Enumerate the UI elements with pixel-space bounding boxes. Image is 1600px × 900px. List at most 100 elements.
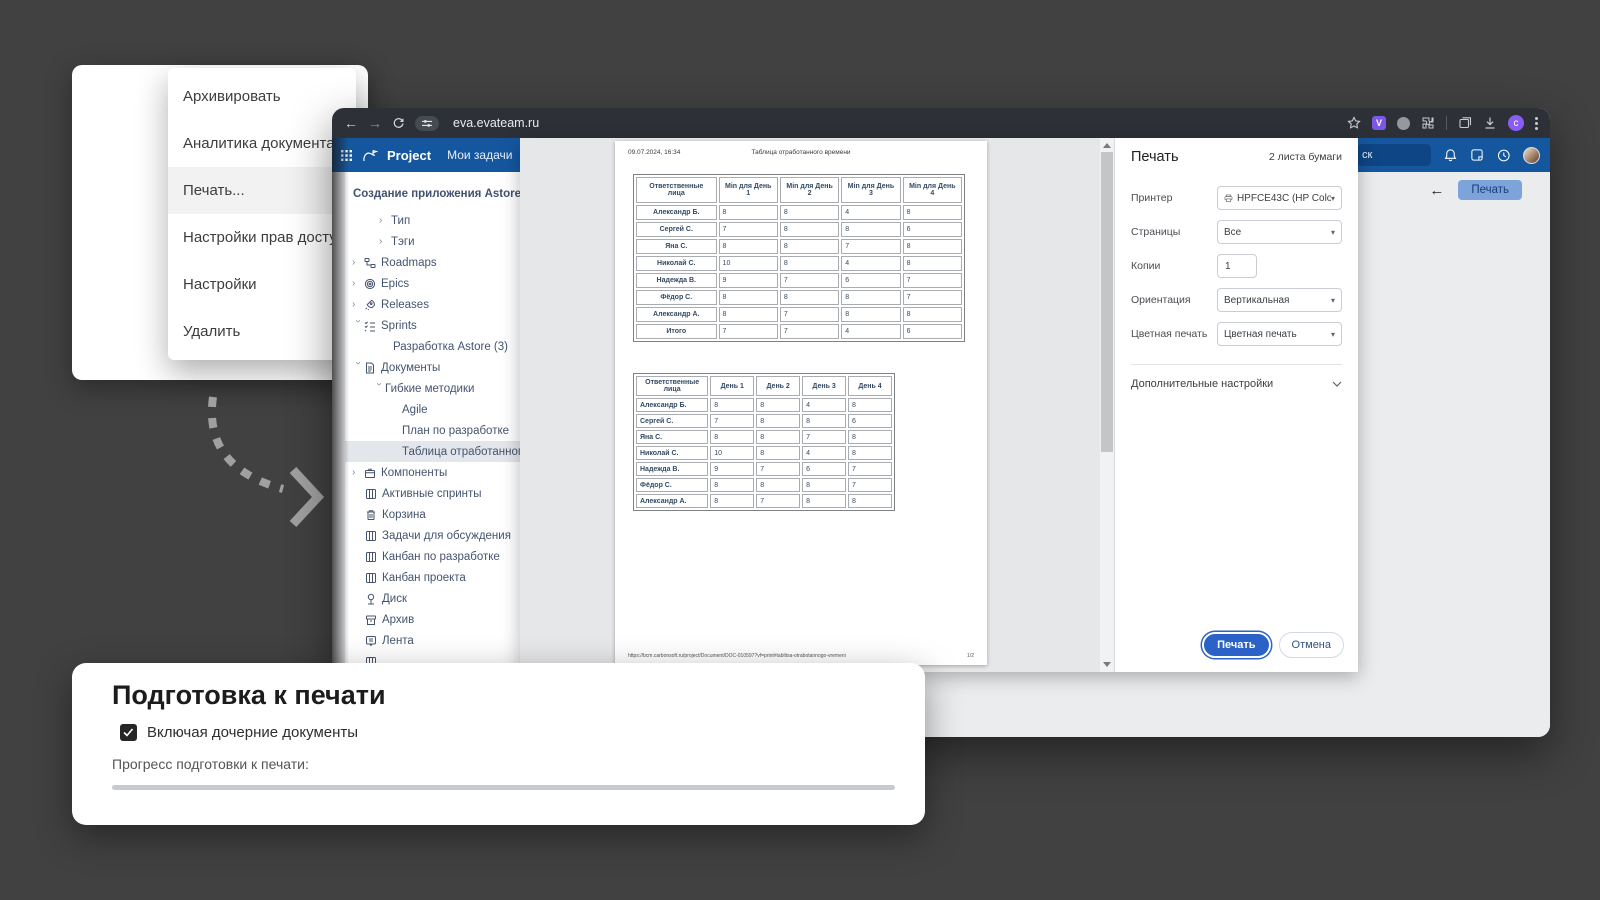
scroll-up-icon[interactable] [1103,143,1111,148]
printer-select[interactable]: HPFCE43C (HP Color La: ▾ [1217,186,1342,210]
sidebar-item-discussion-tasks[interactable]: Задачи для обсуждения [345,525,520,546]
history-clock-icon[interactable] [1496,148,1511,163]
copies-input[interactable] [1217,254,1257,278]
browser-profile-avatar[interactable]: c [1508,115,1524,131]
sheets-count: 2 листа бумаги [1269,151,1342,163]
sidebar-item-agile-methods[interactable]: ›Гибкие методики [345,378,520,399]
chevron-down-icon: ▾ [1331,228,1335,237]
table-row: Александр Б.8848 [636,398,892,412]
notes-icon[interactable] [1470,148,1484,162]
chevron-down-icon: ▾ [1331,194,1335,203]
table-row: Сергей С.7886 [636,222,962,237]
menu-item-settings[interactable]: Настройки [168,261,356,308]
bookmark-star-icon[interactable] [1347,116,1361,130]
user-avatar[interactable] [1523,147,1540,164]
sidebar-item-worked-time-table[interactable]: Таблица отработанного времен [345,441,520,462]
print-preparation-modal: Подготовка к печати Включая дочерние док… [72,663,925,825]
nav-my-tasks[interactable]: Мои задачи [447,148,512,162]
extension-globe-icon[interactable] [1397,117,1410,130]
browser-back-button[interactable]: ← [344,116,358,130]
disk-icon [365,593,382,605]
sidebar-item-dev-kanban[interactable]: Канбан по разработке [345,546,520,567]
sidebar-item-type[interactable]: ›Тип [345,210,520,231]
sidebar-item-components[interactable]: ›Компоненты [345,462,520,483]
page-back-arrow[interactable]: ← [1429,182,1444,199]
sidebar-item-roadmaps[interactable]: ›Roadmaps [345,252,520,273]
chevron-down-icon: ▾ [1331,330,1335,339]
pages-select[interactable]: Все ▾ [1217,220,1342,244]
downloads-icon[interactable] [1483,116,1497,130]
page-print-button[interactable]: Печать [1458,180,1522,200]
checkbox-label[interactable]: Включая дочерние документы [147,724,358,741]
sidebar-item-releases[interactable]: ›Releases [345,294,520,315]
table-row: Сергей С.7886 [636,414,892,428]
url-bar[interactable]: eva.evateam.ru [453,116,539,130]
worked-time-table-2: Ответственные лица День 1 День 2 День 3 … [633,373,895,511]
orientation-select[interactable]: Вертикальная ▾ [1217,288,1342,312]
progress-bar [112,785,895,790]
preview-scrollbar[interactable] [1100,138,1114,672]
chevron-right-icon: › [352,299,364,310]
sidebar-item-archive[interactable]: Архив [345,609,520,630]
preview-footer-url: https://bcm.carbonsoft.ru/project/Docume… [628,653,846,659]
sidebar-item-agile[interactable]: Agile [345,399,520,420]
sidebar-item-project-kanban[interactable]: Канбан проекта [345,567,520,588]
box-icon [364,467,381,479]
menu-item-document-analytics[interactable]: Аналитика документа [168,120,356,167]
sidebar-item-sprint-astore[interactable]: Разработка Astore (3) [345,336,520,357]
tab-list-icon[interactable] [1458,116,1472,130]
sidebar-item-active-sprints[interactable]: Активные спринты [345,483,520,504]
preview-page-indicator: 1/2 [967,653,974,659]
page-content: Project Мои задачи Проекты ск [332,138,1550,737]
search-input[interactable]: ск [1357,144,1431,166]
project-title[interactable]: Создание приложения Astore [353,188,520,200]
sidebar-item-disk[interactable]: Диск [345,588,520,609]
browser-forward-button[interactable]: → [368,116,382,130]
sidebar-item-feed[interactable]: Лента [345,630,520,651]
include-children-checkbox[interactable] [120,724,137,741]
color-mode-select[interactable]: Цветная печать ▾ [1217,322,1342,346]
scroll-down-icon[interactable] [1103,662,1111,667]
table-row: Николай С.10848 [636,256,962,271]
context-menu: Архивировать Аналитика документа Печать.… [168,68,356,360]
extension-v-icon[interactable]: V [1372,116,1386,130]
sidebar-item-documents[interactable]: ›Документы [345,357,520,378]
menu-item-archive[interactable]: Архивировать [168,73,356,120]
menu-item-access-rights[interactable]: Настройки прав доступ [168,214,356,261]
chevron-down-icon: › [353,320,364,332]
chevron-right-icon: › [352,278,364,289]
sidebar-item-dev-plan[interactable]: План по разработке [345,420,520,441]
table-row-total: Итого7746 [636,324,962,339]
modal-title: Подготовка к печати [112,680,925,711]
document-icon [364,362,381,374]
print-confirm-button[interactable]: Печать [1202,632,1270,658]
browser-menu-icon[interactable] [1535,117,1538,130]
chevron-right-icon: › [352,467,364,478]
chevron-right-icon: › [352,257,364,268]
notifications-bell-icon[interactable] [1443,148,1458,163]
sidebar-item-epics[interactable]: ›Epics [345,273,520,294]
menu-item-print[interactable]: Печать... [168,167,356,214]
preview-doc-title: Таблица отработанного времени [615,149,987,156]
sidebar-item-sprints[interactable]: ›Sprints [345,315,520,336]
check-icon [123,728,134,737]
extensions-puzzle-icon[interactable] [1421,116,1435,130]
scrollbar-thumb[interactable] [1101,152,1113,452]
table-row: Надежда В.9767 [636,273,962,288]
apps-grid-icon[interactable] [340,149,353,162]
more-settings-toggle[interactable]: Дополнительные настройки [1131,365,1342,403]
kanban-board-icon [365,551,382,563]
browser-reload-button[interactable] [392,117,405,130]
menu-item-delete[interactable]: Удалить [168,308,356,355]
site-info-icon[interactable] [415,116,439,131]
table-row: Николай С.10848 [636,446,892,460]
sidebar-item-trash[interactable]: Корзина [345,504,520,525]
pages-label: Страницы [1131,226,1217,238]
sidebar-item-tags[interactable]: ›Тэги [345,231,520,252]
table-row: Яна С.8878 [636,239,962,254]
app-brand[interactable]: Project [387,148,431,163]
kanban-board-icon [365,488,382,500]
orientation-label: Ориентация [1131,294,1217,306]
print-preview-dialog: 09.07.2024, 16:34 Таблица отработанного … [520,138,1358,672]
print-cancel-button[interactable]: Отмена [1279,632,1344,658]
